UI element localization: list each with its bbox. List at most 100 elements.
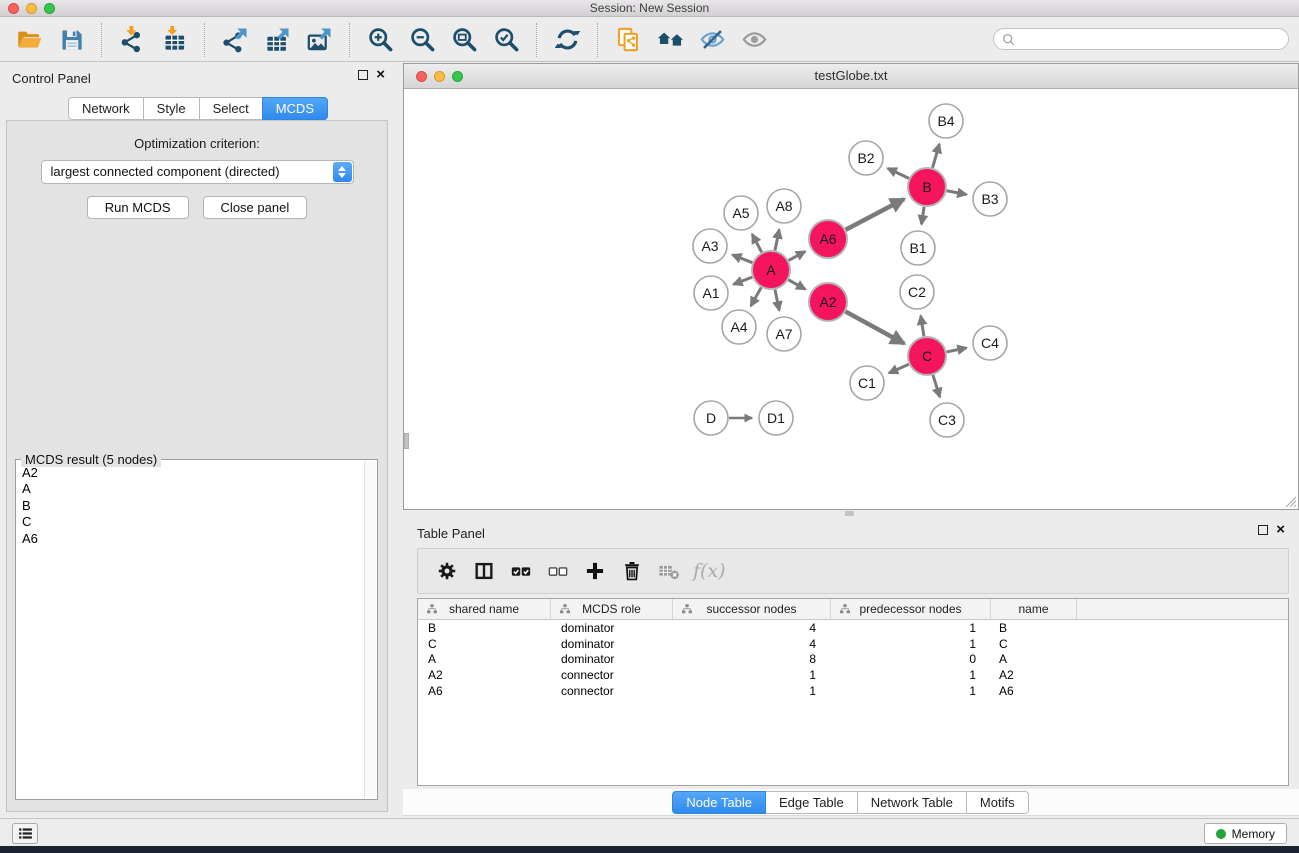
table-row[interactable]: Cdominator41C bbox=[418, 636, 1288, 652]
close-window-button[interactable] bbox=[8, 3, 19, 14]
table-cell[interactable]: 4 bbox=[673, 621, 831, 635]
gear-button[interactable] bbox=[428, 552, 465, 590]
graph-edge-A-A4[interactable] bbox=[751, 287, 761, 306]
delete-table-button[interactable] bbox=[650, 552, 687, 590]
table-cell[interactable]: 1 bbox=[831, 684, 991, 698]
float-table-panel-icon[interactable] bbox=[1258, 525, 1268, 535]
graph-edge-A-A1[interactable] bbox=[733, 277, 752, 284]
table-cell[interactable]: A bbox=[418, 652, 551, 666]
graph-edge-C-C2[interactable] bbox=[921, 316, 924, 337]
graph-edge-A6-B[interactable] bbox=[846, 199, 904, 230]
open-folder-button[interactable] bbox=[8, 21, 50, 59]
zoom-out-button[interactable] bbox=[401, 21, 443, 59]
zoom-in-button[interactable] bbox=[359, 21, 401, 59]
table-cell[interactable]: 1 bbox=[831, 637, 991, 651]
function-builder-button[interactable]: f(x) bbox=[693, 560, 726, 582]
table-row[interactable]: A2connector11A2 bbox=[418, 667, 1288, 683]
table-cell[interactable]: A2 bbox=[991, 668, 1077, 682]
graph-edge-B-B1[interactable] bbox=[922, 207, 925, 224]
table-cell[interactable]: 1 bbox=[673, 684, 831, 698]
graph-edge-A-A2[interactable] bbox=[788, 280, 805, 289]
table-cell[interactable]: 4 bbox=[673, 637, 831, 651]
result-item[interactable]: A6 bbox=[22, 531, 377, 547]
result-item[interactable]: A bbox=[22, 481, 377, 497]
tab-motifs[interactable]: Motifs bbox=[966, 791, 1029, 814]
network-horizontal-scrollbar[interactable] bbox=[845, 511, 854, 516]
minimize-window-button[interactable] bbox=[26, 3, 37, 14]
column-header-name[interactable]: name bbox=[991, 599, 1077, 619]
column-header-shared-name[interactable]: shared name bbox=[418, 599, 551, 619]
table-cell[interactable]: A2 bbox=[418, 668, 551, 682]
network-close-button[interactable] bbox=[416, 71, 427, 82]
deselect-all-button[interactable] bbox=[539, 552, 576, 590]
column-header-MCDS-role[interactable]: MCDS role bbox=[551, 599, 673, 619]
tab-node-table[interactable]: Node Table bbox=[672, 791, 766, 814]
graph-edge-A-A7[interactable] bbox=[775, 290, 779, 311]
table-row[interactable]: Bdominator41B bbox=[418, 620, 1288, 636]
table-cell[interactable]: B bbox=[991, 621, 1077, 635]
close-panel-icon[interactable]: × bbox=[376, 70, 385, 80]
close-table-panel-icon[interactable]: × bbox=[1276, 525, 1285, 535]
network-vertical-scrollbar[interactable] bbox=[404, 433, 409, 449]
network-minimize-button[interactable] bbox=[434, 71, 445, 82]
column-header-successor-nodes[interactable]: successor nodes bbox=[673, 599, 831, 619]
show-all-button[interactable] bbox=[733, 21, 775, 59]
tab-select[interactable]: Select bbox=[199, 97, 263, 120]
search-input[interactable] bbox=[993, 28, 1289, 50]
table-cell[interactable]: B bbox=[418, 621, 551, 635]
graph-edge-B-B4[interactable] bbox=[933, 144, 940, 168]
run-mcds-button[interactable]: Run MCDS bbox=[87, 196, 189, 219]
graph-edge-A-A8[interactable] bbox=[775, 230, 779, 251]
result-item[interactable]: A2 bbox=[22, 465, 377, 481]
save-button[interactable] bbox=[50, 21, 92, 59]
export-table-button[interactable] bbox=[256, 21, 298, 59]
graph-edge-A-A6[interactable] bbox=[789, 251, 806, 260]
table-cell[interactable]: 8 bbox=[673, 652, 831, 666]
tab-style[interactable]: Style bbox=[143, 97, 200, 120]
table-row[interactable]: A6connector11A6 bbox=[418, 683, 1288, 699]
network-zoom-button[interactable] bbox=[452, 71, 463, 82]
column-header-predecessor-nodes[interactable]: predecessor nodes bbox=[831, 599, 991, 619]
refresh-button[interactable] bbox=[546, 21, 588, 59]
graph-edge-C-C1[interactable] bbox=[889, 364, 909, 373]
result-scrollbar[interactable] bbox=[364, 461, 377, 798]
graph-edge-A-A3[interactable] bbox=[732, 255, 752, 263]
select-all-button[interactable] bbox=[502, 552, 539, 590]
zoom-fit-button[interactable] bbox=[443, 21, 485, 59]
result-item[interactable]: B bbox=[22, 498, 377, 514]
import-network-button[interactable] bbox=[111, 21, 153, 59]
add-column-button[interactable] bbox=[576, 552, 613, 590]
resize-grip-icon[interactable] bbox=[1284, 495, 1297, 508]
table-cell[interactable]: A6 bbox=[991, 684, 1077, 698]
table-cell[interactable]: C bbox=[991, 637, 1077, 651]
split-columns-button[interactable] bbox=[465, 552, 502, 590]
export-network-button[interactable] bbox=[214, 21, 256, 59]
result-item[interactable]: C bbox=[22, 514, 377, 530]
network-graph[interactable]: B4B2BB3A8A5A6A3B1AA1C2A2A4A7C4CC1C3DD1 bbox=[404, 89, 1298, 509]
graph-edge-C-C3[interactable] bbox=[933, 375, 940, 397]
zoom-window-button[interactable] bbox=[44, 3, 55, 14]
table-row[interactable]: Adominator80A bbox=[418, 651, 1288, 667]
zoom-selected-button[interactable] bbox=[485, 21, 527, 59]
graph-edge-B-B2[interactable] bbox=[888, 168, 909, 178]
table-cell[interactable]: connector bbox=[551, 668, 673, 682]
first-neighbors-button[interactable] bbox=[649, 21, 691, 59]
task-history-button[interactable] bbox=[12, 823, 38, 844]
table-cell[interactable]: 1 bbox=[831, 668, 991, 682]
table-cell[interactable]: dominator bbox=[551, 637, 673, 651]
table-cell[interactable]: connector bbox=[551, 684, 673, 698]
tab-mcds[interactable]: MCDS bbox=[262, 97, 328, 120]
import-table-button[interactable] bbox=[153, 21, 195, 59]
table-cell[interactable]: 1 bbox=[831, 621, 991, 635]
table-cell[interactable]: 1 bbox=[673, 668, 831, 682]
criterion-select[interactable]: largest connected component (directed) bbox=[41, 160, 354, 184]
new-network-from-selection-button[interactable] bbox=[607, 21, 649, 59]
table-cell[interactable]: dominator bbox=[551, 621, 673, 635]
table-cell[interactable]: A6 bbox=[418, 684, 551, 698]
float-panel-icon[interactable] bbox=[358, 70, 368, 80]
hide-selected-button[interactable] bbox=[691, 21, 733, 59]
table-cell[interactable]: A bbox=[991, 652, 1077, 666]
table-cell[interactable]: dominator bbox=[551, 652, 673, 666]
export-image-button[interactable] bbox=[298, 21, 340, 59]
delete-column-button[interactable] bbox=[613, 552, 650, 590]
